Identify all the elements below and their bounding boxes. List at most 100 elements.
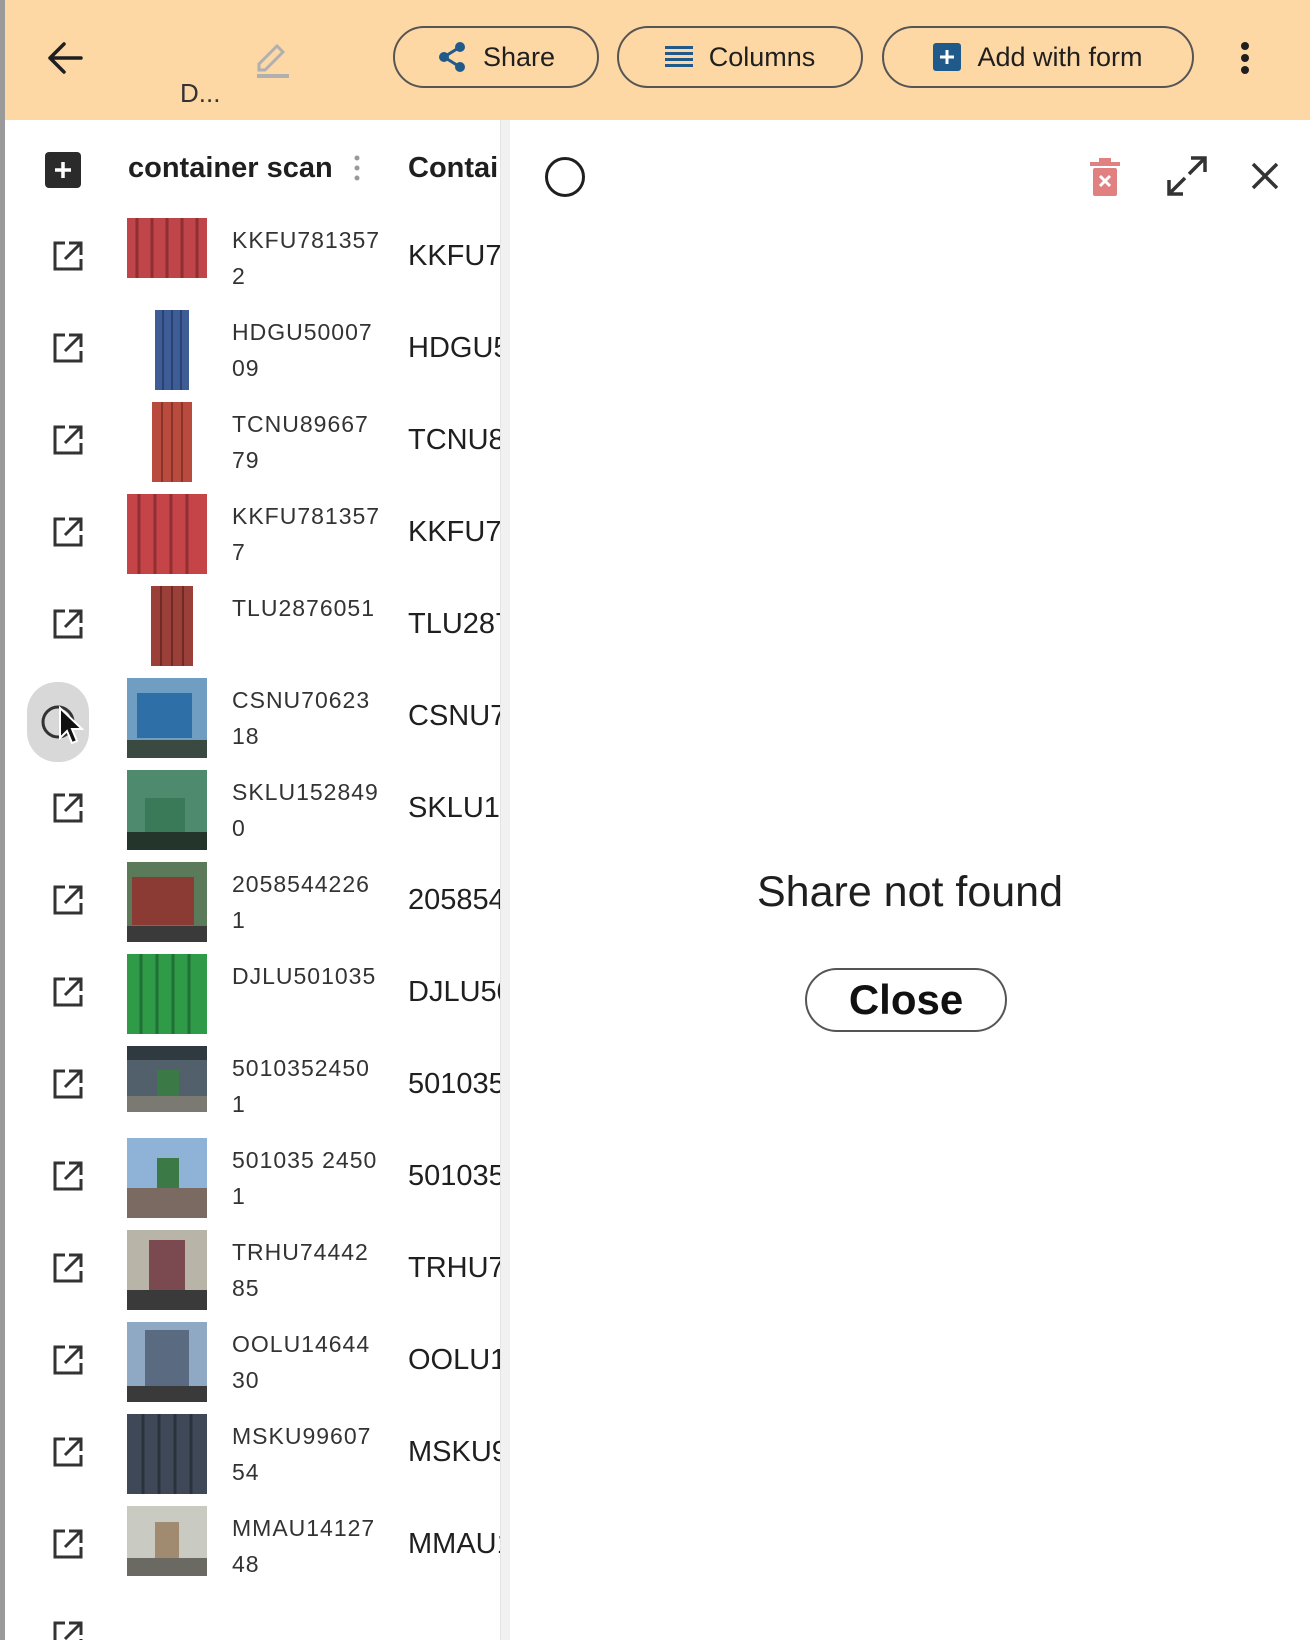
container-value: KKFU7813577	[408, 516, 505, 548]
table-row[interactable]: MMAU1412748 MMAU1412748	[5, 1500, 505, 1592]
container-scan-value: SKLU1528490	[232, 779, 379, 841]
open-record-icon[interactable]	[48, 1156, 88, 1196]
columns-icon	[664, 45, 693, 69]
open-record-icon[interactable]	[48, 1524, 88, 1564]
table-row[interactable]: TCNU8966779 TCNU8966779	[5, 396, 505, 488]
container-scan-value: TCNU8966779	[232, 411, 369, 473]
container-value: 501035 24501	[408, 1160, 505, 1192]
container-photo[interactable]	[127, 1414, 207, 1494]
table-row[interactable]: 20585442261 20585442261	[5, 856, 505, 948]
container-scan-value: TLU2876051	[232, 595, 375, 621]
container-scan-value: 501035 24501	[232, 1147, 378, 1209]
table-row[interactable]: OOLU1464430 OOLU1464430	[5, 1316, 505, 1408]
column-header-container-scan[interactable]: container scan	[128, 152, 333, 185]
open-record-icon[interactable]	[48, 880, 88, 920]
container-value: HDGU5000709	[408, 332, 505, 364]
container-scan-value: MMAU1412748	[232, 1515, 376, 1577]
open-record-icon[interactable]	[48, 788, 88, 828]
close-button[interactable]: Close	[805, 968, 1007, 1032]
more-vert-icon[interactable]	[1225, 30, 1265, 86]
share-button[interactable]: Share	[393, 26, 599, 88]
container-value: SKLU1528490	[408, 792, 505, 824]
data-table: container scan Contai KKFU7813572 KKFU78…	[5, 120, 505, 1640]
open-record-icon[interactable]	[48, 328, 88, 368]
container-photo[interactable]	[127, 1230, 207, 1310]
columns-button[interactable]: Columns	[617, 26, 863, 88]
open-record-icon[interactable]	[48, 972, 88, 1012]
open-record-icon[interactable]	[48, 420, 88, 460]
container-value: MMAU1412748	[408, 1528, 505, 1560]
container-scan-value: TRHU7444285	[232, 1239, 369, 1301]
open-record-icon[interactable]	[48, 1340, 88, 1380]
open-record-icon[interactable]	[48, 1616, 88, 1640]
table-row[interactable]: KKFU7813572 KKFU7813572	[5, 212, 505, 304]
container-photo[interactable]	[127, 1138, 207, 1218]
container-value: TCNU8966779	[408, 424, 505, 456]
container-photo[interactable]	[152, 402, 192, 482]
edit-title-icon[interactable]	[248, 35, 298, 85]
container-photo[interactable]	[127, 678, 207, 758]
mouse-cursor-icon	[58, 705, 85, 746]
table-row[interactable]: KKFU7813577 KKFU7813577	[5, 488, 505, 580]
table-row[interactable]: DJLU501035 DJLU501035	[5, 948, 505, 1040]
container-photo[interactable]	[127, 494, 207, 574]
container-scan-value: CSNU7062318	[232, 687, 371, 749]
delete-icon[interactable]	[1085, 154, 1125, 200]
container-photo[interactable]	[127, 218, 207, 298]
table-header: container scan Contai	[5, 120, 505, 212]
container-photo[interactable]	[127, 1322, 207, 1402]
table-row[interactable]: TRHU7444285 TRHU7444285	[5, 1224, 505, 1316]
open-record-icon[interactable]	[48, 236, 88, 276]
column-header-container[interactable]: Contai	[408, 152, 505, 185]
column-menu-icon[interactable]	[353, 154, 361, 184]
expand-icon[interactable]	[1165, 154, 1209, 198]
container-value: KKFU7813572	[408, 240, 505, 272]
container-photo[interactable]	[127, 770, 207, 850]
add-row-icon[interactable]	[45, 152, 81, 188]
open-record-icon[interactable]	[48, 1064, 88, 1104]
add-with-form-label: Add with form	[977, 41, 1143, 72]
container-photo[interactable]	[127, 1506, 207, 1586]
container-photo[interactable]	[127, 1046, 207, 1126]
table-row[interactable]: HDGU5000709 HDGU5000709	[5, 304, 505, 396]
share-icon	[437, 41, 467, 73]
table-row[interactable]: 50103524501 50103524501	[5, 1040, 505, 1132]
container-value: TRHU7444285	[408, 1252, 505, 1284]
container-scan-value: KKFU7813572	[232, 227, 381, 289]
container-photo[interactable]	[127, 954, 207, 1034]
container-value: OOLU1464430	[408, 1344, 505, 1376]
container-scan-value: 20585442261	[232, 871, 370, 933]
container-scan-value: KKFU7813577	[232, 503, 381, 565]
open-record-icon[interactable]	[48, 604, 88, 644]
container-value: 20585442261	[408, 884, 505, 916]
page-title[interactable]: D...	[180, 78, 220, 109]
table-row[interactable]: MSKU9960754 MSKU9960754	[5, 1408, 505, 1500]
add-with-form-button[interactable]: Add with form	[882, 26, 1194, 88]
table-row[interactable]: 501035 24501 501035 24501	[5, 1132, 505, 1224]
container-value: TLU2876051	[408, 608, 505, 640]
back-arrow-icon[interactable]	[40, 30, 90, 85]
status-circle-icon[interactable]	[545, 157, 585, 197]
open-record-icon[interactable]	[48, 1248, 88, 1288]
container-photo[interactable]	[127, 862, 207, 942]
table-row[interactable]: TLU2876051 TLU2876051	[5, 580, 505, 672]
table-row[interactable]: SKLU1528490 SKLU1528490	[5, 764, 505, 856]
add-box-icon	[933, 43, 962, 71]
table-row[interactable]	[5, 1592, 505, 1640]
close-icon[interactable]	[1245, 156, 1285, 196]
container-value: 50103524501	[408, 1068, 505, 1100]
container-value: DJLU501035	[408, 976, 505, 1008]
container-scan-value: DJLU501035	[232, 963, 377, 989]
open-record-icon[interactable]	[48, 1432, 88, 1472]
container-photo[interactable]	[151, 586, 193, 666]
top-app-bar: D... Share Columns Add with form	[5, 0, 1310, 120]
container-scan-value: 50103524501	[232, 1055, 370, 1117]
container-scan-value: OOLU1464430	[232, 1331, 371, 1393]
share-label: Share	[482, 41, 556, 72]
container-photo[interactable]	[155, 310, 189, 390]
container-value: MSKU9960754	[408, 1436, 505, 1468]
detail-panel: Share not found Close	[510, 120, 1310, 1640]
columns-label: Columns	[708, 41, 816, 72]
share-not-found-message: Share not found	[756, 868, 1064, 916]
open-record-icon[interactable]	[48, 512, 88, 552]
